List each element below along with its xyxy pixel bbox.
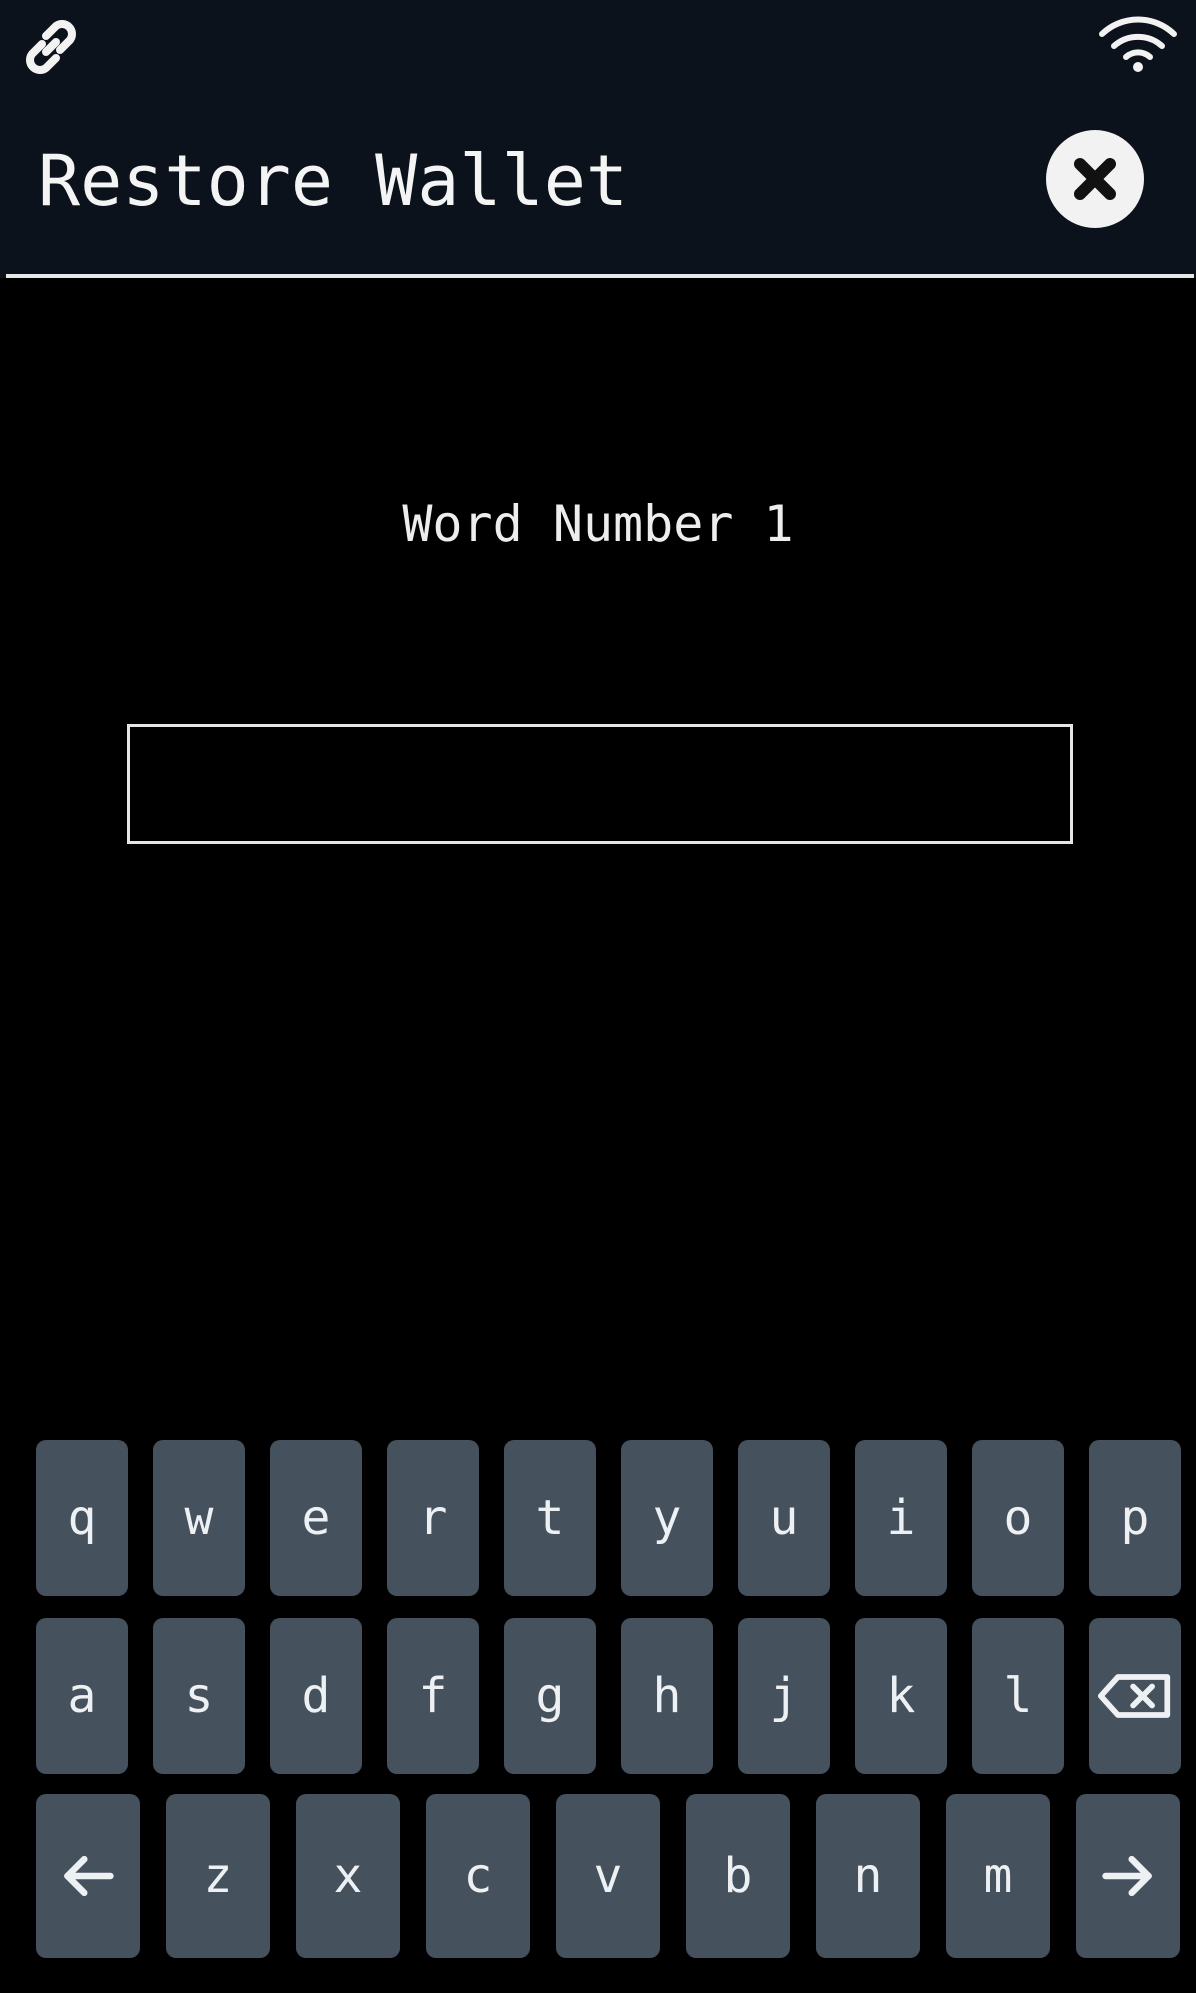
link-icon bbox=[26, 20, 76, 74]
key-d[interactable]: d bbox=[270, 1618, 362, 1774]
key-e[interactable]: e bbox=[270, 1440, 362, 1596]
key-label: j bbox=[769, 1668, 799, 1724]
key-label: v bbox=[593, 1848, 623, 1904]
key-label: s bbox=[184, 1668, 214, 1724]
key-v[interactable]: v bbox=[556, 1794, 660, 1958]
key-f[interactable]: f bbox=[387, 1618, 479, 1774]
key-label: y bbox=[652, 1490, 682, 1546]
key-label: u bbox=[769, 1490, 799, 1546]
key-label: z bbox=[203, 1848, 233, 1904]
key-l[interactable]: l bbox=[972, 1618, 1064, 1774]
key-label: t bbox=[535, 1490, 565, 1546]
key-label: a bbox=[67, 1668, 97, 1724]
key-c[interactable]: c bbox=[426, 1794, 530, 1958]
key-label: k bbox=[886, 1668, 916, 1724]
key-label: q bbox=[67, 1490, 97, 1546]
key-b[interactable]: b bbox=[686, 1794, 790, 1958]
key-label: o bbox=[1003, 1490, 1033, 1546]
key-x[interactable]: x bbox=[296, 1794, 400, 1958]
word-input[interactable] bbox=[127, 724, 1073, 844]
key-q[interactable]: q bbox=[36, 1440, 128, 1596]
header-divider bbox=[6, 274, 1194, 278]
close-icon bbox=[1074, 158, 1116, 200]
key-label: h bbox=[652, 1668, 682, 1724]
on-screen-keyboard: q w e r t y u i o p a s d f g h j k l z x c v b n m bbox=[0, 1436, 1196, 1993]
key-label: w bbox=[184, 1490, 214, 1546]
key-label: m bbox=[983, 1848, 1013, 1904]
key-n[interactable]: n bbox=[816, 1794, 920, 1958]
key-label: f bbox=[418, 1668, 448, 1724]
key-label: x bbox=[333, 1848, 363, 1904]
arrow-right-icon bbox=[1100, 1853, 1156, 1899]
key-o[interactable]: o bbox=[972, 1440, 1064, 1596]
key-z[interactable]: z bbox=[166, 1794, 270, 1958]
key-label: e bbox=[301, 1490, 331, 1546]
key-s[interactable]: s bbox=[153, 1618, 245, 1774]
key-p[interactable]: p bbox=[1089, 1440, 1181, 1596]
key-label: g bbox=[535, 1668, 565, 1724]
arrow-left-key[interactable] bbox=[36, 1794, 140, 1958]
wifi-icon bbox=[1099, 16, 1177, 72]
key-k[interactable]: k bbox=[855, 1618, 947, 1774]
backspace-key[interactable] bbox=[1089, 1618, 1181, 1774]
key-g[interactable]: g bbox=[504, 1618, 596, 1774]
page-title: Restore Wallet bbox=[38, 140, 629, 222]
arrow-right-key[interactable] bbox=[1076, 1794, 1180, 1958]
key-h[interactable]: h bbox=[621, 1618, 713, 1774]
header-bar: Restore Wallet bbox=[0, 0, 1196, 278]
key-label: i bbox=[886, 1490, 916, 1546]
key-label: r bbox=[418, 1490, 448, 1546]
key-y[interactable]: y bbox=[621, 1440, 713, 1596]
key-a[interactable]: a bbox=[36, 1618, 128, 1774]
key-label: c bbox=[463, 1848, 493, 1904]
key-t[interactable]: t bbox=[504, 1440, 596, 1596]
key-label: p bbox=[1120, 1490, 1150, 1546]
key-m[interactable]: m bbox=[946, 1794, 1050, 1958]
key-j[interactable]: j bbox=[738, 1618, 830, 1774]
key-w[interactable]: w bbox=[153, 1440, 245, 1596]
key-label: l bbox=[1003, 1668, 1033, 1724]
key-i[interactable]: i bbox=[855, 1440, 947, 1596]
key-u[interactable]: u bbox=[738, 1440, 830, 1596]
arrow-left-icon bbox=[60, 1853, 116, 1899]
backspace-icon bbox=[1097, 1673, 1173, 1719]
close-button[interactable] bbox=[1046, 130, 1144, 228]
key-r[interactable]: r bbox=[387, 1440, 479, 1596]
key-label: n bbox=[853, 1848, 883, 1904]
word-prompt: Word Number 1 bbox=[402, 495, 794, 553]
key-label: b bbox=[723, 1848, 753, 1904]
key-label: d bbox=[301, 1668, 331, 1724]
